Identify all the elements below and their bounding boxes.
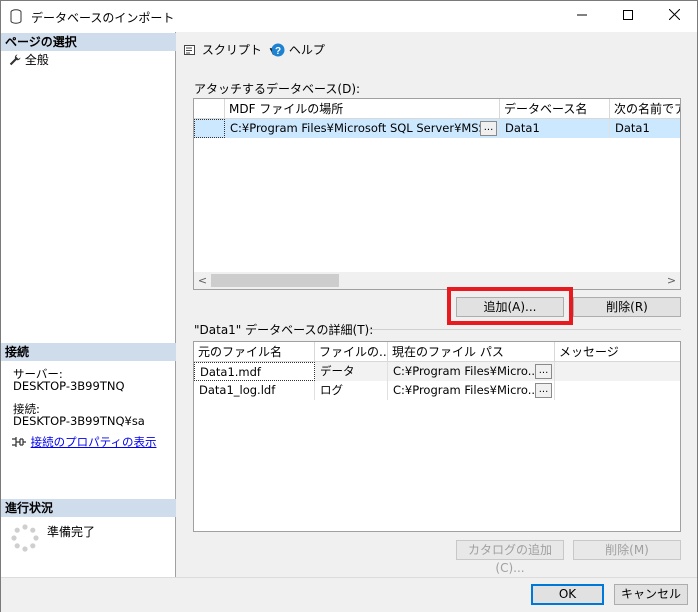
- database-icon: [10, 9, 22, 24]
- attach-grid-header: MDF ファイルの場所 データベース名 次の名前でア: [194, 99, 680, 119]
- connection-header: 接続: [1, 343, 176, 361]
- script-icon: [184, 45, 195, 55]
- scroll-left-icon[interactable]: <: [194, 272, 211, 289]
- attach-databases-grid[interactable]: MDF ファイルの場所 データベース名 次の名前でア C:¥Program Fi…: [193, 98, 681, 290]
- message-cell: [555, 381, 680, 400]
- database-details-grid[interactable]: 元のファイル名 ファイルの... 現在のファイル パス メッセージ Data1.…: [193, 341, 681, 532]
- import-database-window: データベースのインポート ページの選択 全般 接続 サーバー: DESKTOP-…: [0, 0, 698, 612]
- column-header-mdf-location[interactable]: MDF ファイルの場所: [225, 99, 500, 119]
- file-type-cell: データ: [315, 362, 388, 381]
- table-row[interactable]: Data1.mdf データ C:¥Program Files¥Micro... …: [194, 362, 680, 381]
- message-cell: [555, 362, 680, 381]
- left-panel: ページの選択 全般 接続 サーバー: DESKTOP-3B99TNQ 接続: D…: [1, 32, 176, 577]
- attach-as-cell[interactable]: Data1: [610, 119, 680, 138]
- svg-text:?: ?: [275, 46, 281, 57]
- view-connection-properties-link[interactable]: 接続のプロパティの表示: [11, 434, 156, 450]
- title-bar: データベースのインポート: [1, 1, 697, 32]
- original-file-cell[interactable]: Data1_log.ldf: [194, 381, 315, 400]
- help-button[interactable]: ? ヘルプ: [271, 41, 325, 58]
- page-item-label: 全般: [24, 53, 49, 67]
- table-row[interactable]: Data1_log.ldf ログ C:¥Program Files¥Micro.…: [194, 381, 680, 400]
- column-header-file-type[interactable]: ファイルの...: [315, 342, 388, 362]
- page-select-header: ページの選択: [1, 33, 176, 51]
- close-button[interactable]: [651, 1, 697, 32]
- progress-header: 進行状況: [1, 499, 176, 517]
- row-selector-cell[interactable]: [194, 119, 225, 138]
- remove-file-button[interactable]: 削除(M): [573, 540, 681, 560]
- mdf-location-cell[interactable]: C:¥Program Files¥Microsoft SQL Server¥MS…: [225, 119, 500, 138]
- column-header-current-path[interactable]: 現在のファイル パス: [388, 342, 555, 362]
- connection-icon: [12, 437, 26, 447]
- help-icon: ?: [271, 43, 285, 57]
- mdf-location-value: C:¥Program Files¥Microsoft SQL Server¥MS…: [230, 121, 497, 135]
- browse-path-button[interactable]: ...: [535, 383, 552, 398]
- help-label: ヘルプ: [288, 43, 325, 57]
- details-divider: [369, 329, 681, 330]
- cancel-button[interactable]: キャンセル: [614, 584, 688, 605]
- table-row[interactable]: C:¥Program Files¥Microsoft SQL Server¥MS…: [194, 119, 680, 138]
- column-header-attach-as[interactable]: 次の名前でア: [610, 99, 680, 119]
- browse-mdf-button[interactable]: ...: [480, 121, 497, 136]
- window-title: データベースのインポート: [31, 11, 175, 25]
- close-icon: [668, 8, 680, 21]
- script-label: スクリプト: [201, 43, 262, 57]
- add-catalog-button[interactable]: カタログの追加(C)...: [456, 540, 564, 575]
- current-path-cell[interactable]: C:¥Program Files¥Micro...: [388, 362, 555, 381]
- original-file-cell[interactable]: Data1.mdf: [194, 362, 315, 381]
- attach-databases-label: アタッチするデータベース(D):: [194, 82, 361, 96]
- add-button[interactable]: 追加(A)...: [456, 297, 564, 317]
- column-header-original-file[interactable]: 元のファイル名: [194, 342, 315, 362]
- script-dropdown[interactable]: スクリプト ▼: [184, 41, 277, 58]
- wrench-icon: [9, 54, 21, 66]
- database-details-label: "Data1" データベースの詳細(T):: [194, 323, 374, 337]
- minimize-button[interactable]: [559, 1, 605, 32]
- server-value: DESKTOP-3B99TNQ: [13, 379, 125, 393]
- file-type-cell: ログ: [315, 381, 388, 400]
- maximize-icon: [623, 10, 633, 20]
- maximize-button[interactable]: [605, 1, 651, 32]
- connection-value: DESKTOP-3B99TNQ¥sa: [13, 414, 145, 428]
- scroll-thumb[interactable]: [211, 274, 339, 287]
- column-header-message[interactable]: メッセージ: [555, 342, 680, 362]
- current-path-cell[interactable]: C:¥Program Files¥Micro...: [388, 381, 555, 400]
- remove-database-button[interactable]: 削除(R): [573, 297, 681, 317]
- minimize-icon: [577, 14, 587, 16]
- page-item-general[interactable]: 全般: [9, 51, 49, 68]
- progress-spinner-icon: [11, 524, 39, 552]
- view-connection-properties-text[interactable]: 接続のプロパティの表示: [31, 435, 157, 449]
- scroll-right-icon[interactable]: >: [663, 272, 680, 289]
- progress-status: 準備完了: [47, 525, 96, 539]
- database-name-cell[interactable]: Data1: [500, 119, 610, 138]
- details-grid-header: 元のファイル名 ファイルの... 現在のファイル パス メッセージ: [194, 342, 680, 362]
- column-header-database-name[interactable]: データベース名: [500, 99, 610, 119]
- ok-button[interactable]: OK: [531, 584, 604, 605]
- attach-grid-hscrollbar[interactable]: < >: [194, 272, 680, 289]
- browse-path-button[interactable]: ...: [535, 364, 552, 379]
- column-header-select[interactable]: [194, 99, 225, 119]
